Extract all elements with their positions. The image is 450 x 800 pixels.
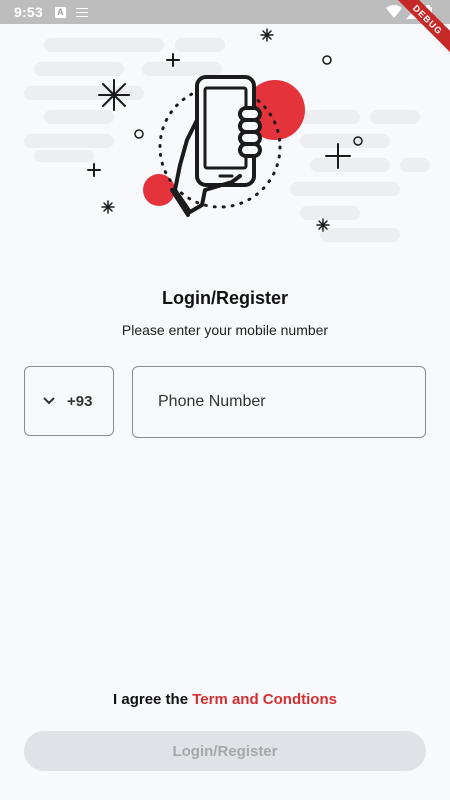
country-code-value: +93 xyxy=(67,392,93,410)
wifi-icon xyxy=(386,5,402,18)
terms-text: I agree the Term and Condtions xyxy=(0,691,450,708)
status-time: 9:53 xyxy=(14,4,43,20)
terms-link[interactable]: Term and Condtions xyxy=(192,691,337,708)
phone-number-field[interactable] xyxy=(132,366,426,438)
hand-holding-phone-illustration xyxy=(24,28,430,242)
chevron-down-icon xyxy=(43,395,55,407)
phone-number-input[interactable] xyxy=(156,392,425,412)
status-bar: 9:53 A xyxy=(0,0,450,24)
terms-prefix: I agree the xyxy=(113,691,193,708)
login-register-button[interactable]: Login/Register xyxy=(24,731,426,771)
notification-icon: A xyxy=(54,6,66,18)
page-title: Login/Register xyxy=(161,288,288,308)
page-subtitle: Please enter your mobile number xyxy=(121,322,329,338)
country-code-picker[interactable]: +93 xyxy=(24,366,114,436)
notification-keyboard-icon xyxy=(75,7,88,17)
